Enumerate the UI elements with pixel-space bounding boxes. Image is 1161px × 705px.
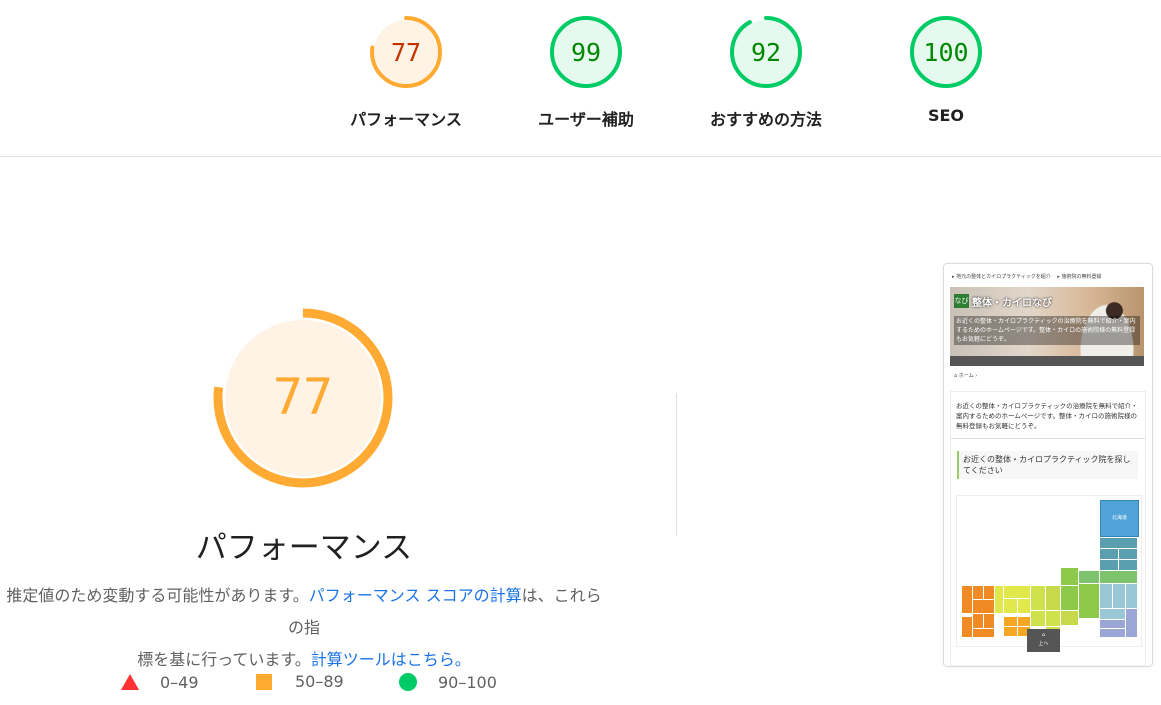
map-region-nara[interactable] (1046, 611, 1060, 626)
map-region-ibaraki[interactable] (1126, 584, 1137, 608)
performance-title: パフォーマンス (195, 530, 413, 566)
arrow-up-icon: ⌂ (1041, 632, 1046, 638)
score-summary-bar: 77 パフォーマンス 99 ユーザー補助 92 おすすめの方法 100 SEO (0, 0, 1161, 157)
map-region-gunma[interactable] (1100, 584, 1112, 608)
header-link: 地元の整体とカイロプラクティックを紹介 (956, 274, 1051, 280)
map-region-tottori[interactable] (1004, 586, 1030, 598)
back-to-top-label: 上へ (1038, 641, 1049, 647)
calculator-link[interactable]: 計算ツールはこちら。 (311, 650, 471, 669)
gauge-best-practices[interactable]: 92 おすすめの方法 (686, 12, 846, 130)
map-region-fukuoka[interactable] (984, 586, 994, 599)
legend-range: 0–49 (160, 672, 199, 692)
hero-bottom (950, 356, 1144, 366)
map-region-kagawa[interactable] (1018, 617, 1030, 626)
gauge-label: SEO (927, 106, 965, 125)
map-region-yamagata[interactable] (1100, 560, 1118, 570)
gauge-score: 99 (571, 38, 601, 67)
chevron-right-icon: ▸ (952, 274, 955, 280)
map-region-tokyo[interactable] (1100, 620, 1125, 628)
gauge-label: おすすめの方法 (709, 110, 822, 129)
performance-score: 77 (273, 368, 333, 426)
performance-gauge-large: 77 (213, 308, 393, 488)
breadcrumb: ⌂ ホーム › (954, 372, 977, 379)
hero-image: なび 整体・カイロなび お近くの整体・カイロプラクティックの治療院を無料で紹介・… (950, 287, 1144, 366)
map-region-saga[interactable] (973, 586, 983, 599)
map-region-fukushima[interactable] (1100, 571, 1137, 583)
map-region-saitama[interactable] (1100, 609, 1125, 619)
performance-description: 推定値のため変動する可能性があります。パフォーマンス スコアの計算は、これらの指… (0, 580, 608, 676)
header-link: 施術院の無料登録 (1061, 274, 1102, 280)
map-region-shiga[interactable] (1031, 611, 1045, 626)
map-region-oita[interactable] (973, 600, 994, 613)
gauge-score: 100 (923, 38, 968, 67)
map-region-chiba[interactable] (1126, 609, 1137, 637)
site-title: 整体・カイロなび (972, 298, 1052, 309)
gauge-ring: 92 (730, 16, 802, 88)
map-region-hiroshima[interactable] (1004, 599, 1017, 613)
legend-pass: 90–100 (398, 672, 497, 692)
map-region-miyagi[interactable] (1119, 560, 1137, 570)
map-region-shizuoka[interactable] (1079, 584, 1099, 618)
map-region-nagano[interactable] (1061, 568, 1078, 585)
map-region-okinawa[interactable] (962, 617, 972, 637)
map-region-kochi[interactable] (1004, 627, 1017, 636)
gauge-label: ユーザー補助 (538, 110, 634, 129)
gauge-score: 92 (751, 38, 781, 67)
map-region-iwate[interactable] (1119, 549, 1137, 559)
section-title: お近くの整体・カイロプラクティック院を探してください (957, 451, 1138, 479)
japan-map[interactable]: 北海道 (956, 495, 1142, 647)
chevron-right-icon: › (975, 373, 978, 379)
map-region-okayama[interactable] (1018, 599, 1030, 613)
gauge-label: パフォーマンス (350, 110, 462, 129)
gauge-performance[interactable]: 77 パフォーマンス (326, 12, 486, 130)
map-region-yamaguchi[interactable] (995, 586, 1003, 613)
legend-range: 50–89 (295, 672, 344, 691)
map-region-miyazaki[interactable] (984, 614, 994, 628)
back-to-top-button[interactable]: ⌂ 上へ (1027, 629, 1060, 652)
screenshot-header-links: ▸ 地元の整体とカイロプラクティックを紹介 ▸ 施術院の無料登録 (952, 273, 1102, 280)
map-region-kumamoto[interactable] (973, 614, 983, 628)
page-screenshot[interactable]: ▸ 地元の整体とカイロプラクティックを紹介 ▸ 施術院の無料登録 なび 整体・カ… (943, 263, 1153, 667)
gauge-ring: 77 (370, 16, 442, 88)
separator (951, 438, 1145, 439)
map-region-niigata[interactable] (1079, 571, 1099, 583)
map-region-kanagawa[interactable] (1100, 629, 1125, 637)
map-region-kagoshima[interactable] (973, 629, 994, 637)
legend-fail: 0–49 (120, 672, 199, 692)
map-region-aichi[interactable] (1061, 611, 1078, 625)
legend-average: 50–89 (255, 672, 344, 691)
map-region-gifu[interactable] (1046, 586, 1060, 610)
map-region-aomori[interactable] (1100, 538, 1137, 548)
gauge-score: 77 (391, 38, 421, 67)
map-region-hokkaido[interactable]: 北海道 (1100, 500, 1139, 537)
intro-text: お近くの整体・カイロプラクティックの治療院を無料で紹介・案内するためのホームペー… (956, 402, 1138, 430)
map-region-akita[interactable] (1100, 549, 1118, 559)
divider (676, 393, 677, 536)
hero-text: お近くの整体・カイロプラクティックの治療院を無料で紹介・案内するためのホームペー… (954, 316, 1140, 345)
home-icon: ⌂ (954, 373, 958, 379)
map-region-nagasaki[interactable] (962, 586, 972, 613)
desc-text: 推定値のため変動する可能性があります。 (6, 586, 309, 605)
desc-text: 標を基に行っています。 (137, 650, 311, 669)
triangle-icon (121, 674, 139, 690)
map-region-ehime[interactable] (1004, 617, 1017, 626)
site-logo: なび (954, 294, 969, 308)
map-region-yamanashi[interactable] (1061, 586, 1078, 610)
circle-icon (399, 673, 417, 691)
content-box: お近くの整体・カイロプラクティックの治療院を無料で紹介・案内するためのホームペー… (950, 391, 1146, 666)
legend-range: 90–100 (438, 672, 497, 692)
breadcrumb-home: ホーム (958, 373, 974, 379)
gauge-accessibility[interactable]: 99 ユーザー補助 (506, 12, 666, 130)
gauge-ring: 99 (550, 16, 622, 88)
score-calculation-link[interactable]: パフォーマンス スコアの計算 (309, 586, 522, 605)
map-region-tochigi[interactable] (1113, 584, 1125, 608)
gauge-seo[interactable]: 100 SEO (866, 12, 1026, 125)
map-region-fukui[interactable] (1031, 586, 1045, 610)
chevron-right-icon: ▸ (1057, 274, 1060, 280)
gauge-ring: 100 (910, 16, 982, 88)
square-icon (256, 673, 272, 690)
